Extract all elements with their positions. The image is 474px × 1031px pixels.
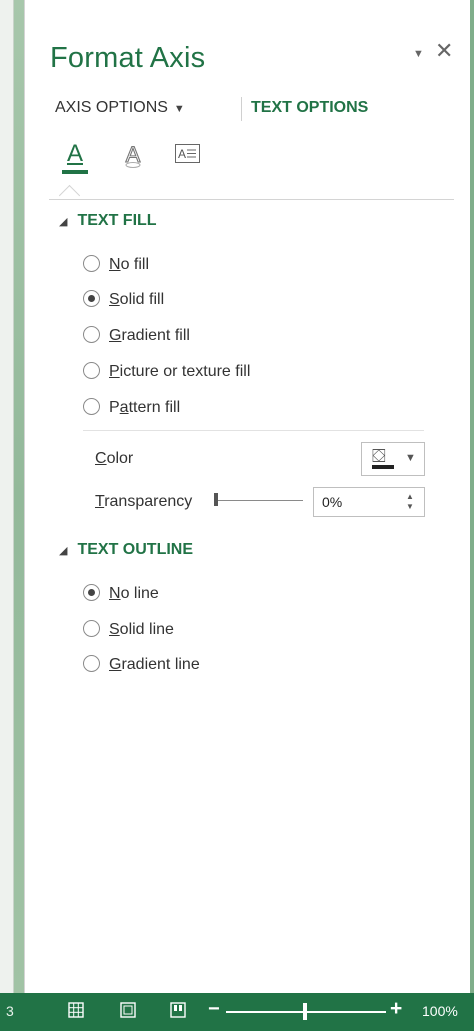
radio-label-prefix: P	[109, 399, 120, 416]
tab-text-options[interactable]: TEXT OPTIONS	[251, 99, 368, 117]
color-picker-button[interactable]: ⛋ ▼	[361, 442, 425, 476]
textbox-icon: A	[175, 144, 200, 163]
zoom-out-button[interactable]: −	[208, 998, 220, 1021]
access-key: G	[109, 327, 122, 344]
chevron-down-icon: ▼	[405, 452, 416, 464]
spin-down-icon[interactable]: ▼	[406, 503, 414, 511]
svg-text:A: A	[178, 147, 186, 161]
radio-no-line[interactable]: No line	[83, 584, 159, 603]
sheet-edge-strip	[0, 0, 14, 993]
worksheet-edge	[0, 0, 24, 993]
radio-button[interactable]	[83, 655, 100, 672]
access-key: G	[109, 656, 122, 673]
transparency-spinbox[interactable]: 0% ▲ ▼	[313, 487, 425, 517]
grid-icon	[68, 1002, 84, 1018]
pane-options-menu-icon[interactable]: ▼	[413, 48, 424, 60]
current-color-swatch	[372, 465, 394, 469]
transparency-slider-thumb[interactable]	[214, 493, 218, 506]
page-break-view-icon[interactable]	[170, 1002, 186, 1022]
zoom-in-button[interactable]: +	[390, 997, 402, 1021]
radio-label: o line	[120, 585, 159, 602]
radio-label: olid line	[119, 621, 174, 638]
section-text-outline-label: TEXT OUTLINE	[77, 541, 194, 558]
collapse-triangle-icon: ◢	[59, 545, 68, 557]
active-tab-underline	[62, 170, 88, 174]
paint-bucket-icon: ⛋	[372, 446, 386, 466]
text-effects-icon: A	[125, 141, 141, 168]
normal-view-icon[interactable]	[68, 1002, 84, 1022]
radio-button[interactable]	[83, 255, 100, 272]
section-text-fill[interactable]: ◢ TEXT FILL	[59, 212, 157, 230]
text-effects-tab[interactable]: A	[118, 140, 148, 174]
status-bar: 3 − + 100%	[0, 993, 474, 1031]
color-label: Color	[95, 450, 133, 468]
transparency-slider-track[interactable]	[217, 500, 303, 501]
radio-label: radient fill	[121, 327, 190, 344]
access-key: S	[109, 291, 120, 308]
format-axis-pane: Format Axis ▼ ✕ AXIS OPTIONS ▼ TEXT OPTIO…	[24, 0, 470, 993]
transparency-label: Transparency	[95, 493, 192, 511]
status-text-fragment: 3	[6, 1003, 14, 1019]
section-text-fill-label: TEXT FILL	[77, 212, 157, 229]
access-key: a	[119, 399, 129, 416]
radio-button-selected[interactable]	[83, 584, 100, 601]
transparency-value[interactable]: 0%	[322, 494, 342, 510]
header-divider	[49, 199, 454, 200]
access-key: S	[109, 621, 120, 638]
radio-gradient-fill[interactable]: Gradient fill	[83, 326, 190, 345]
page-layout-view-icon[interactable]	[120, 1002, 136, 1022]
text-fill-outline-icon: A	[66, 140, 83, 167]
tab-axis-options[interactable]: AXIS OPTIONS ▼	[55, 99, 185, 117]
tab-pointer	[58, 184, 81, 207]
access-key: T	[95, 493, 105, 510]
radio-button[interactable]	[83, 620, 100, 637]
fill-options-divider	[83, 430, 424, 431]
section-text-outline[interactable]: ◢ TEXT OUTLINE	[59, 541, 193, 559]
radio-label: ttern fill	[128, 399, 181, 416]
radio-button-selected[interactable]	[83, 290, 100, 307]
access-key: P	[109, 363, 120, 380]
spin-up-icon[interactable]: ▲	[406, 493, 414, 501]
page-icon	[120, 1002, 136, 1018]
radio-gradient-line[interactable]: Gradient line	[83, 655, 200, 674]
text-fill-outline-tab[interactable]: A	[60, 140, 90, 174]
radio-no-fill[interactable]: No fill	[83, 255, 149, 274]
radio-label: o fill	[120, 256, 150, 273]
chevron-down-icon: ▼	[173, 103, 185, 115]
access-key: C	[95, 450, 107, 467]
close-icon[interactable]: ✕	[435, 40, 453, 62]
transparency-label-text: ransparency	[104, 493, 193, 510]
zoom-level[interactable]: 100%	[422, 1003, 458, 1019]
collapse-triangle-icon: ◢	[59, 216, 68, 228]
page-break-icon	[170, 1002, 186, 1018]
access-key: N	[109, 585, 121, 602]
radio-picture-texture-fill[interactable]: Picture or texture fill	[83, 362, 250, 381]
radio-button[interactable]	[83, 398, 100, 415]
radio-solid-fill[interactable]: Solid fill	[83, 290, 164, 309]
access-key: N	[109, 256, 121, 273]
tab-divider	[241, 97, 242, 121]
zoom-slider-thumb[interactable]	[303, 1003, 307, 1020]
radio-button[interactable]	[83, 362, 100, 379]
pane-title: Format Axis	[50, 42, 206, 74]
radio-label: icture or texture fill	[119, 363, 251, 380]
radio-label: radient line	[121, 656, 200, 673]
textbox-tab[interactable]: A	[173, 140, 203, 174]
radio-pattern-fill[interactable]: Pattern fill	[83, 398, 180, 417]
color-label-text: olor	[106, 450, 134, 467]
radio-solid-line[interactable]: Solid line	[83, 620, 174, 639]
tab-axis-options-label: AXIS OPTIONS	[55, 99, 168, 116]
radio-label: olid fill	[119, 291, 165, 308]
radio-button[interactable]	[83, 326, 100, 343]
